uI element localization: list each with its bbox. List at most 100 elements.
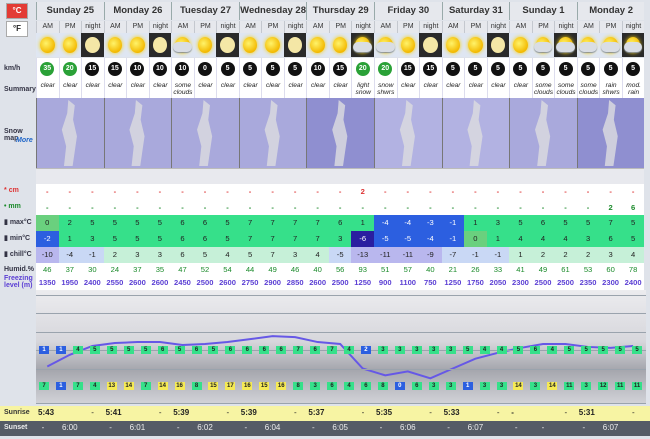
summary-cell: rain shwrs [599, 80, 622, 98]
top-lift-temp: 6 [310, 346, 321, 354]
snow-cell: - [396, 184, 420, 200]
sunset-dash: - [379, 424, 383, 432]
bot-lift-temp: 16 [174, 382, 185, 390]
min-cell: 7 [238, 231, 262, 247]
snow-map-strip [36, 168, 645, 184]
bot-lift-temp: 3 [581, 382, 592, 390]
bot-lift-temp: 14 [123, 382, 134, 390]
day-header: Thursday 29 [306, 2, 374, 20]
sunrise-dash: - [226, 409, 230, 417]
raindrop-icon: • [4, 203, 7, 210]
period-label: PM [126, 21, 149, 33]
summary-cell: clear [126, 80, 149, 98]
min-cell: 4 [554, 231, 577, 247]
more-maps-link[interactable]: More [12, 137, 36, 144]
period-label: AM [441, 21, 465, 33]
chill-cell: -1 [486, 247, 510, 263]
sun-icon [513, 37, 528, 53]
top-lift-temp: 3 [394, 346, 405, 354]
sunset-dash: - [447, 424, 450, 432]
snow-cell: - [261, 184, 284, 200]
period-label: night [81, 21, 104, 33]
freezing-cell: 1950 [58, 276, 82, 290]
bot-lift-temp: 7 [72, 382, 83, 390]
bot-lift-temp: 8 [377, 382, 388, 390]
max-cell: 0 [36, 215, 59, 231]
top-lift-temp: 5 [140, 346, 151, 354]
cloud-shape [556, 42, 575, 52]
sunrise-time: 5:43 [38, 409, 55, 417]
humid-cell: 41 [509, 263, 532, 276]
chill-cell: 5 [193, 247, 217, 263]
freezing-cell: 2300 [599, 276, 622, 290]
chill-cell: -1 [81, 247, 104, 263]
bot-lift-temp: 16 [242, 382, 253, 390]
bot-lift-temp: 17 [225, 382, 236, 390]
snow-cell: - [554, 184, 577, 200]
chill-cell: -4 [58, 247, 82, 263]
period-label: night [554, 21, 577, 33]
top-lift-temp: 2 [360, 346, 371, 354]
rain-cell: - [216, 200, 239, 215]
min-cell: 3 [328, 231, 352, 247]
top-lift-temp: 3 [411, 346, 422, 354]
bot-lift-temp: 12 [598, 382, 609, 390]
min-cell: -4 [419, 231, 442, 247]
max-cell: 5 [148, 215, 172, 231]
humid-cell: 56 [328, 263, 352, 276]
rain-cell: - [328, 200, 352, 215]
top-lift-temp: 6 [191, 346, 202, 354]
max-cell: 6 [193, 215, 217, 231]
min-cell: 3 [576, 231, 600, 247]
top-lift-temp: 3 [445, 346, 456, 354]
freezing-cell: 2400 [621, 276, 645, 290]
period-label: night [283, 21, 307, 33]
sunset-time: 6:07 [467, 424, 484, 432]
rain-cell: - [171, 200, 194, 215]
freezing-cell: 2600 [148, 276, 172, 290]
top-lift-temp: 7 [327, 346, 338, 354]
min-cell: 7 [261, 231, 284, 247]
bot-lift-temp: 1 [462, 382, 473, 390]
bot-lift-temp: 1 [55, 382, 66, 390]
top-lift-temp: 1 [39, 346, 49, 354]
bot-lift-temp: 4 [344, 382, 354, 390]
min-cell: 4 [531, 231, 555, 247]
sunrise-time: 5:33 [443, 409, 460, 417]
wind-speed-icon: 5 [536, 62, 550, 76]
chill-cell: 2 [103, 247, 127, 263]
max-cell: 5 [126, 215, 149, 231]
freezing-cell: 2600 [126, 276, 149, 290]
chill-cell: 6 [171, 247, 194, 263]
rain-cell: - [193, 200, 217, 215]
max-cell: 6 [531, 215, 555, 231]
wind-speed-icon: 5 [243, 62, 258, 76]
grid-line [36, 295, 646, 296]
min-temp-label: ▮ min°C [0, 234, 34, 242]
top-lift-temp: 5 [123, 346, 134, 354]
sunrise-dash: - [91, 409, 94, 417]
top-lift-temp: 1 [55, 346, 66, 354]
rain-cell: - [58, 200, 82, 215]
freezing-cell: 2600 [306, 276, 329, 290]
cloud-shape [623, 42, 643, 52]
freezing-cell: 2500 [554, 276, 577, 290]
freezing-cell: 2600 [216, 276, 239, 290]
celsius-button[interactable]: °C [6, 3, 28, 19]
fahrenheit-button[interactable]: °F [6, 21, 28, 37]
min-cell: 7 [283, 231, 307, 247]
moon-icon [85, 37, 100, 53]
top-lift-temp: 6 [157, 346, 168, 354]
humid-cell: 78 [621, 263, 645, 276]
period-label: AM [238, 21, 262, 33]
period-label: AM [36, 21, 59, 33]
chill-cell: -11 [396, 247, 420, 263]
chill-cell: 1 [509, 247, 532, 263]
sun-icon [107, 37, 123, 53]
wind-speed-icon: 10 [152, 62, 167, 76]
grid-line [36, 313, 646, 314]
sun-icon [197, 37, 213, 53]
chill-cell: 5 [238, 247, 262, 263]
chill-temp-label: ▮ chill°C [0, 250, 34, 258]
period-label: AM [576, 21, 600, 33]
